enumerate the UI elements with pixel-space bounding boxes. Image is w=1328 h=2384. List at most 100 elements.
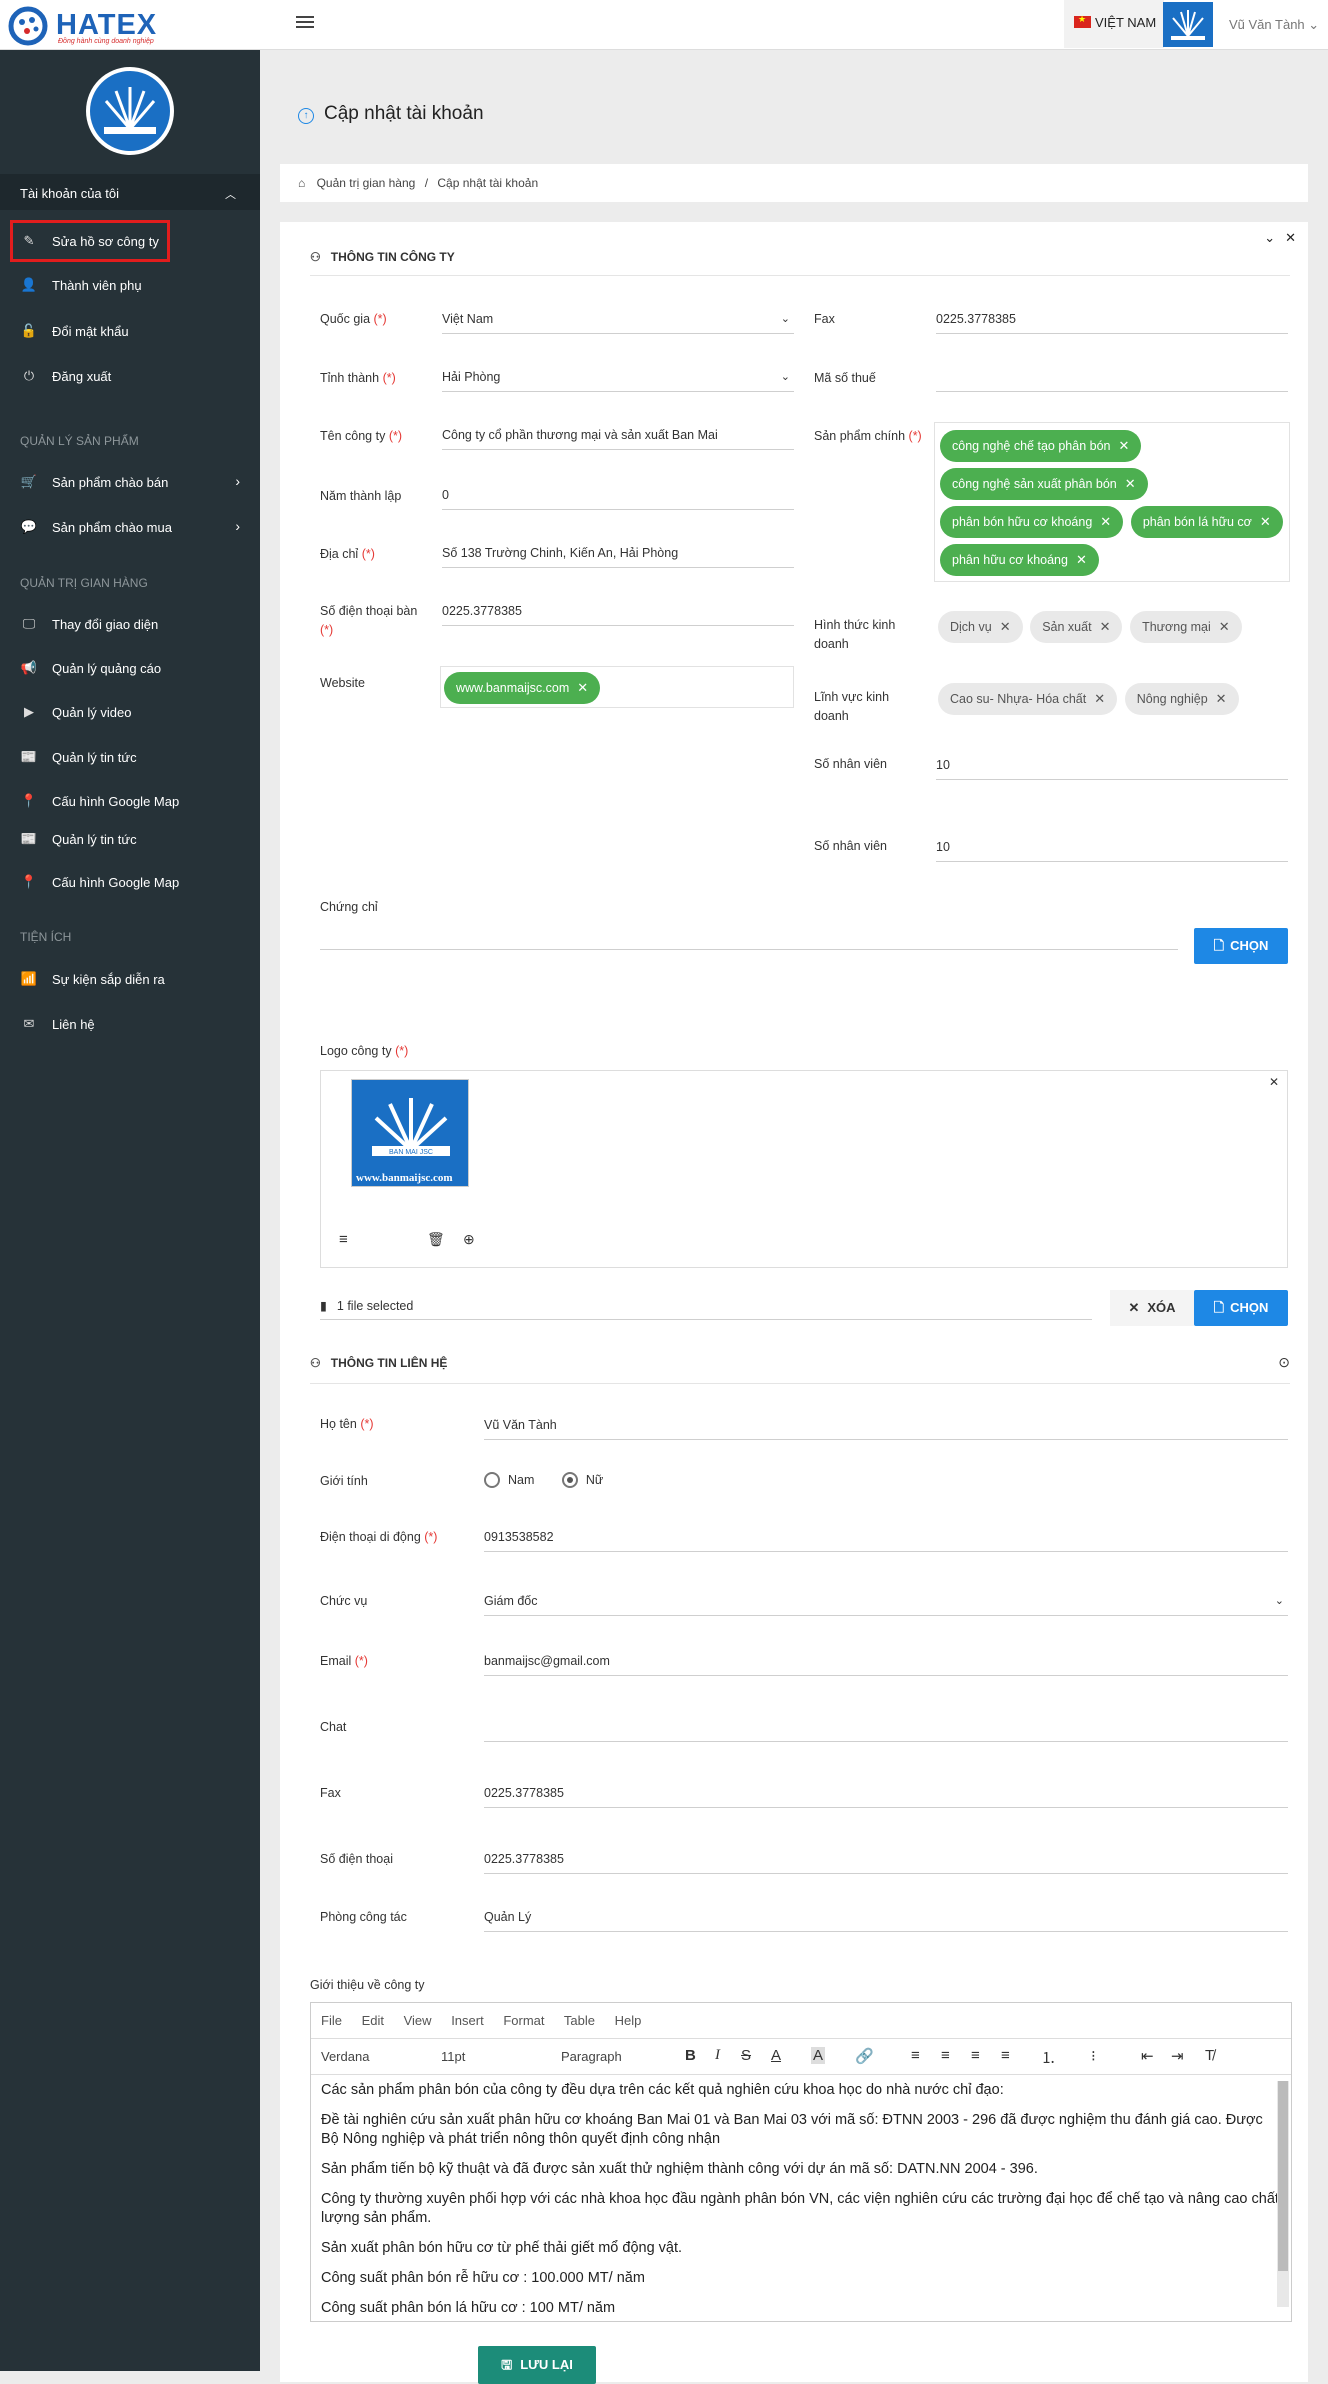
- save-button[interactable]: 🖫 LƯU LẠI: [478, 2346, 596, 2384]
- user-menu[interactable]: Vũ Văn Tành ⌄: [1229, 17, 1319, 33]
- sidebar-item-news[interactable]: 📰 Quản lý tin tức: [20, 746, 250, 768]
- delete-file-button[interactable]: ✕ XÓA: [1110, 1290, 1194, 1326]
- business-field-chip[interactable]: Nông nghiệp ✕: [1124, 683, 1239, 715]
- remove-chip-icon[interactable]: ✕: [1000, 619, 1011, 634]
- block-format-select[interactable]: Paragraph: [561, 2049, 622, 2064]
- remove-chip-icon[interactable]: ✕: [1216, 691, 1227, 706]
- sidebar-item-google-map[interactable]: 📍 Cấu hình Google Map: [20, 790, 250, 812]
- menu-toggle-icon[interactable]: [296, 16, 314, 30]
- sidebar-item-contact[interactable]: ✉ Liên hệ: [20, 1013, 250, 1035]
- sidebar-item-logout[interactable]: ⏻ Đăng xuất: [20, 365, 250, 387]
- remove-chip-icon[interactable]: ✕: [1260, 514, 1271, 529]
- fullname-input[interactable]: Vũ Văn Tành: [484, 1412, 1288, 1440]
- business-form-chip[interactable]: Thương mại ✕: [1130, 611, 1242, 643]
- remove-chip-icon[interactable]: ✕: [1125, 476, 1136, 491]
- clear-format-icon[interactable]: T̸: [1205, 2047, 1214, 2064]
- email-input[interactable]: banmaijsc@gmail.com: [484, 1648, 1288, 1676]
- hatex-logo[interactable]: HATEX Đồng hành cùng doanh nghiệp: [6, 4, 156, 46]
- bold-icon[interactable]: B: [685, 2047, 696, 2064]
- logo-upload-area[interactable]: ✕ BAN MAI JSC www.banmaijsc.com ≡ 🗑 ⊕: [320, 1070, 1288, 1268]
- sidebar-item-ads[interactable]: 📢 Quản lý quảng cáo: [20, 657, 250, 679]
- drag-handle-icon[interactable]: ≡: [339, 1231, 348, 1248]
- radio-female[interactable]: [561, 1472, 578, 1488]
- remove-chip-icon[interactable]: ✕: [1118, 438, 1129, 453]
- radio-male[interactable]: [484, 1472, 500, 1488]
- menu-view[interactable]: View: [404, 2013, 432, 2028]
- website-chip[interactable]: www.banmaijsc.com ✕: [444, 672, 601, 704]
- staff-input-2[interactable]: 10: [936, 834, 1288, 862]
- font-size-select[interactable]: 11pt: [441, 2049, 465, 2064]
- sidebar-item-products-sell[interactable]: 🛒 Sản phẩm chào bán ›: [20, 471, 250, 493]
- company-name-input[interactable]: Công ty cổ phần thương mại và sản xuất B…: [442, 422, 794, 450]
- indent-icon[interactable]: ⇥: [1171, 2047, 1184, 2065]
- chevron-down-icon[interactable]: ⌄: [1264, 230, 1275, 245]
- align-right-icon[interactable]: ≡: [971, 2047, 980, 2064]
- remove-chip-icon[interactable]: ✕: [577, 680, 588, 695]
- contact-fax-input[interactable]: 0225.3778385: [484, 1780, 1288, 1808]
- product-chip[interactable]: phân bón lá hữu cơ ✕: [1130, 506, 1283, 538]
- user-avatar[interactable]: [1163, 2, 1213, 47]
- chevron-down-circle-icon[interactable]: ⊙: [1278, 1354, 1290, 1371]
- main-products-chip-input[interactable]: công nghệ chế tạo phân bón ✕ công nghệ sả…: [934, 422, 1290, 582]
- sidebar-item-events[interactable]: 📶 Sự kiện sắp diễn ra: [20, 968, 250, 990]
- close-icon[interactable]: ✕: [1269, 1075, 1279, 1089]
- sidebar-item-sub-members[interactable]: 👤 Thành viên phụ: [20, 274, 250, 296]
- sidebar-item-edit-profile[interactable]: ✎ Sửa hồ sơ công ty: [10, 220, 170, 262]
- numbered-list-icon[interactable]: ⒈: [1041, 2047, 1056, 2068]
- business-field-chips[interactable]: Cao su- Nhựa- Hóa chất ✕ Nông nghiệp ✕: [936, 680, 1292, 718]
- bullet-list-icon[interactable]: ⁝: [1091, 2047, 1096, 2065]
- product-chip[interactable]: phân bón hữu cơ khoáng ✕: [940, 506, 1124, 538]
- sidebar-item-change-theme[interactable]: 🖵 Thay đổi giao diện: [20, 613, 250, 635]
- align-center-icon[interactable]: ≡: [941, 2047, 950, 2064]
- remove-chip-icon[interactable]: ✕: [1100, 514, 1111, 529]
- account-menu-toggle[interactable]: Tài khoản của tôi ︿: [0, 174, 260, 210]
- menu-format[interactable]: Format: [503, 2013, 544, 2028]
- menu-file[interactable]: File: [321, 2013, 342, 2028]
- font-family-select[interactable]: Verdana: [321, 2049, 369, 2064]
- menu-help[interactable]: Help: [615, 2013, 642, 2028]
- menu-table[interactable]: Table: [564, 2013, 595, 2028]
- editor-content[interactable]: Các sản phẩm phân bón của công ty đều dự…: [311, 2075, 1291, 2321]
- logo-thumbnail[interactable]: BAN MAI JSC www.banmaijsc.com: [351, 1079, 469, 1187]
- menu-insert[interactable]: Insert: [451, 2013, 484, 2028]
- sidebar-item-video[interactable]: ▶ Quản lý video: [20, 701, 250, 723]
- remove-chip-icon[interactable]: ✕: [1094, 691, 1105, 706]
- remove-chip-icon[interactable]: ✕: [1100, 619, 1111, 634]
- business-field-chip[interactable]: Cao su- Nhựa- Hóa chất ✕: [938, 683, 1118, 715]
- menu-edit[interactable]: Edit: [362, 2013, 384, 2028]
- trash-icon[interactable]: 🗑: [427, 1231, 445, 1248]
- product-chip[interactable]: công nghệ sản xuất phân bón ✕: [940, 468, 1148, 500]
- italic-icon[interactable]: I: [715, 2047, 720, 2064]
- editor-scrollbar[interactable]: [1277, 2081, 1289, 2307]
- background-color-icon[interactable]: A: [811, 2047, 826, 2064]
- zoom-in-icon[interactable]: ⊕: [463, 1231, 475, 1248]
- certificate-input[interactable]: [320, 922, 1178, 950]
- province-select[interactable]: Hải Phòng ⌄: [442, 364, 794, 392]
- tax-code-input[interactable]: [936, 364, 1288, 392]
- chat-input[interactable]: [484, 1714, 1288, 1742]
- website-chip-input[interactable]: www.banmaijsc.com ✕: [440, 666, 794, 708]
- fax-input[interactable]: 0225.3778385: [936, 306, 1288, 334]
- sidebar-item-products-buy[interactable]: 💬 Sản phẩm chào mua ›: [20, 516, 250, 538]
- business-form-chip[interactable]: Sản xuất ✕: [1030, 611, 1123, 643]
- product-chip[interactable]: công nghệ chế tạo phân bón ✕: [940, 430, 1142, 462]
- company-avatar[interactable]: [86, 67, 174, 155]
- business-form-chips[interactable]: Dịch vụ ✕ Sản xuất ✕ Thương mại ✕: [936, 608, 1292, 646]
- breadcrumb-home-link[interactable]: Quản trị gian hàng: [317, 176, 416, 190]
- country-select[interactable]: Việt Nam ⌄: [442, 306, 794, 334]
- logo-choose-button[interactable]: 🗋 CHỌN: [1194, 1290, 1288, 1326]
- remove-chip-icon[interactable]: ✕: [1219, 619, 1230, 634]
- sidebar-item-news-2[interactable]: 📰 Quản lý tin tức: [20, 828, 250, 850]
- phone-input[interactable]: 0225.3778385: [442, 598, 794, 626]
- strikethrough-icon[interactable]: S: [741, 2047, 751, 2064]
- outdent-icon[interactable]: ⇤: [1141, 2047, 1154, 2065]
- department-input[interactable]: Quản Lý: [484, 1904, 1288, 1932]
- product-chip[interactable]: phân hữu cơ khoáng ✕: [940, 544, 1099, 576]
- business-form-chip[interactable]: Dịch vụ ✕: [938, 611, 1023, 643]
- close-icon[interactable]: ✕: [1285, 230, 1296, 245]
- address-input[interactable]: Số 138 Trường Chinh, Kiến An, Hải Phòng: [442, 540, 794, 568]
- file-name-field[interactable]: ▮ 1 file selected: [320, 1292, 1092, 1320]
- remove-chip-icon[interactable]: ✕: [1076, 552, 1087, 567]
- text-color-icon[interactable]: A: [771, 2047, 781, 2064]
- certificate-choose-button[interactable]: 🗋 CHỌN: [1194, 928, 1288, 964]
